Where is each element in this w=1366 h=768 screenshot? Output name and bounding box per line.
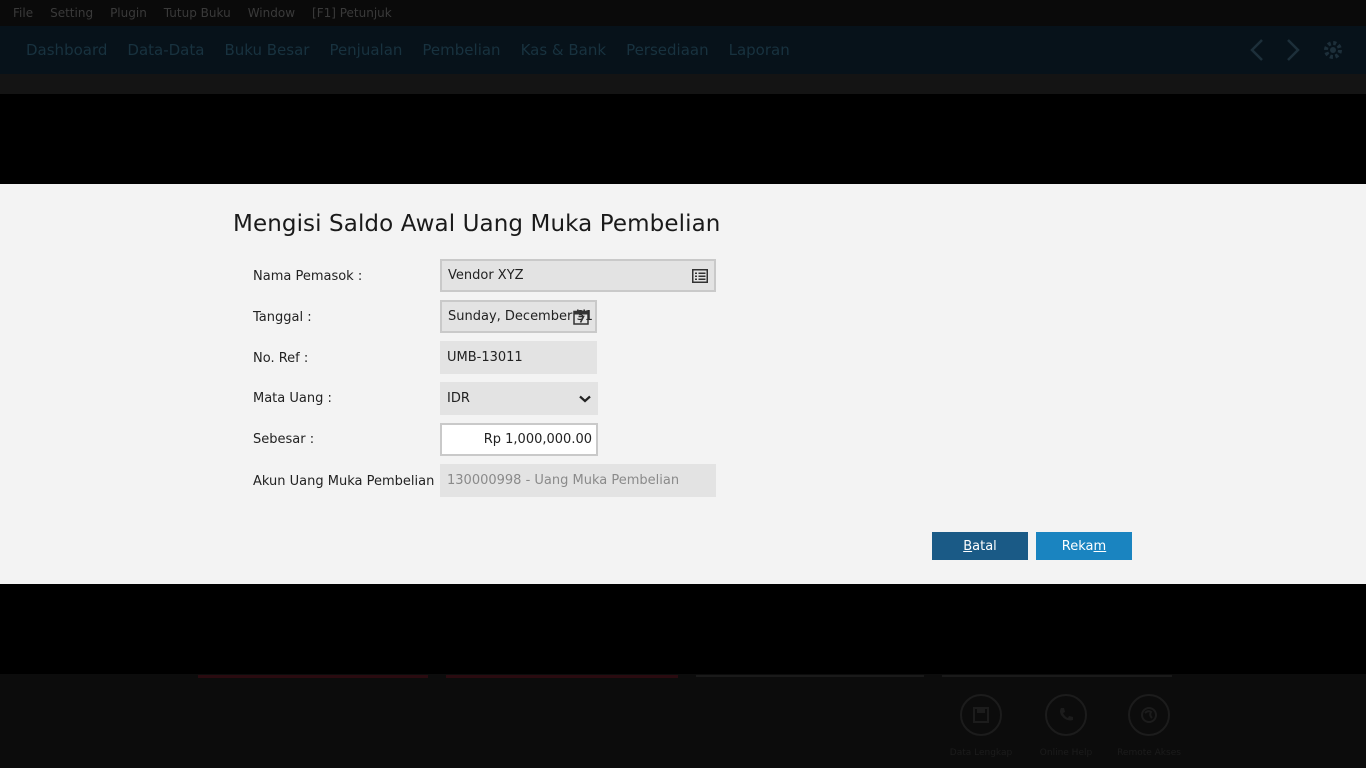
date-value: Sunday, December 31 [448, 309, 593, 324]
tile-accent [942, 675, 1172, 677]
tile-accent [696, 675, 924, 677]
tile-accent [198, 675, 428, 678]
back-arrow-icon[interactable] [1250, 39, 1264, 61]
cancel-hotkey: B [963, 538, 973, 554]
date-field[interactable]: Sunday, December 31 [440, 300, 597, 333]
save-button[interactable]: Reka m [1036, 532, 1132, 560]
gear-icon[interactable] [1322, 39, 1344, 61]
supplier-field[interactable]: Vendor XYZ [440, 259, 716, 292]
quick-remote-akses[interactable]: Remote Akses [1114, 694, 1184, 758]
nav-penjualan[interactable]: Penjualan [329, 41, 402, 59]
ref-label: No. Ref : [253, 351, 309, 366]
toolbar-strip [0, 74, 1366, 94]
quick-label: Data Lengkap [949, 748, 1013, 758]
overlay-top [0, 94, 1366, 184]
menu-window[interactable]: Window [248, 6, 295, 20]
list-picker-icon[interactable] [692, 268, 708, 283]
overlay-bottom [0, 584, 1366, 674]
cancel-button[interactable]: Batal [932, 532, 1028, 560]
save-icon [973, 707, 989, 723]
account-label: Akun Uang Muka Pembelian [253, 474, 435, 489]
nav-kas-bank[interactable]: Kas & Bank [521, 41, 607, 59]
quick-label: Remote Akses [1117, 748, 1181, 758]
account-field: 130000998 - Uang Muka Pembelian [440, 464, 716, 497]
nav-pembelian[interactable]: Pembelian [422, 41, 500, 59]
menu-file[interactable]: File [13, 6, 33, 20]
currency-value: IDR [447, 391, 470, 406]
menu-tutup-buku[interactable]: Tutup Buku [164, 6, 231, 20]
cancel-label-post: atal [972, 538, 997, 554]
chevron-down-icon[interactable] [579, 395, 591, 403]
menu-plugin[interactable]: Plugin [110, 6, 147, 20]
nav-data-data[interactable]: Data-Data [127, 41, 204, 59]
supplier-value: Vendor XYZ [448, 268, 524, 283]
quick-label: Online Help [1039, 748, 1093, 758]
account-value: 130000998 - Uang Muka Pembelian [447, 473, 680, 488]
nav-dashboard[interactable]: Dashboard [26, 41, 107, 59]
ref-value: UMB-13011 [447, 350, 523, 365]
currency-label: Mata Uang : [253, 391, 332, 406]
amount-value: Rp 1,000,000.00 [483, 432, 592, 447]
nav-buku-besar[interactable]: Buku Besar [224, 41, 309, 59]
quick-data-lengkap[interactable]: Data Lengkap [946, 694, 1016, 758]
nav-laporan[interactable]: Laporan [729, 41, 790, 59]
globe-icon [1141, 707, 1157, 723]
opening-balance-dialog: Mengisi Saldo Awal Uang Muka Pembelian N… [0, 184, 1366, 584]
dialog-title: Mengisi Saldo Awal Uang Muka Pembelian [233, 211, 721, 237]
nav-persediaan[interactable]: Persediaan [626, 41, 709, 59]
tile-accent [446, 675, 678, 678]
amount-label: Sebesar : [253, 432, 315, 447]
currency-select[interactable]: IDR [440, 382, 598, 415]
save-label-pre: Reka [1061, 538, 1094, 554]
forward-arrow-icon[interactable] [1286, 39, 1300, 61]
menu-setting[interactable]: Setting [50, 6, 93, 20]
menu-bar: File Setting Plugin Tutup Buku Window [F… [0, 0, 1366, 26]
save-hotkey: m [1093, 538, 1107, 554]
main-nav: Dashboard Data-Data Buku Besar Penjualan… [0, 26, 1366, 74]
date-label: Tanggal : [253, 310, 312, 325]
phone-icon [1060, 708, 1073, 721]
amount-input[interactable]: Rp 1,000,000.00 [440, 423, 598, 456]
ref-input[interactable]: UMB-13011 [440, 341, 597, 374]
quick-online-help[interactable]: Online Help [1031, 694, 1101, 758]
supplier-label: Nama Pemasok : [253, 269, 363, 284]
menu-help[interactable]: [F1] Petunjuk [312, 6, 392, 20]
calendar-icon[interactable] [573, 309, 589, 325]
